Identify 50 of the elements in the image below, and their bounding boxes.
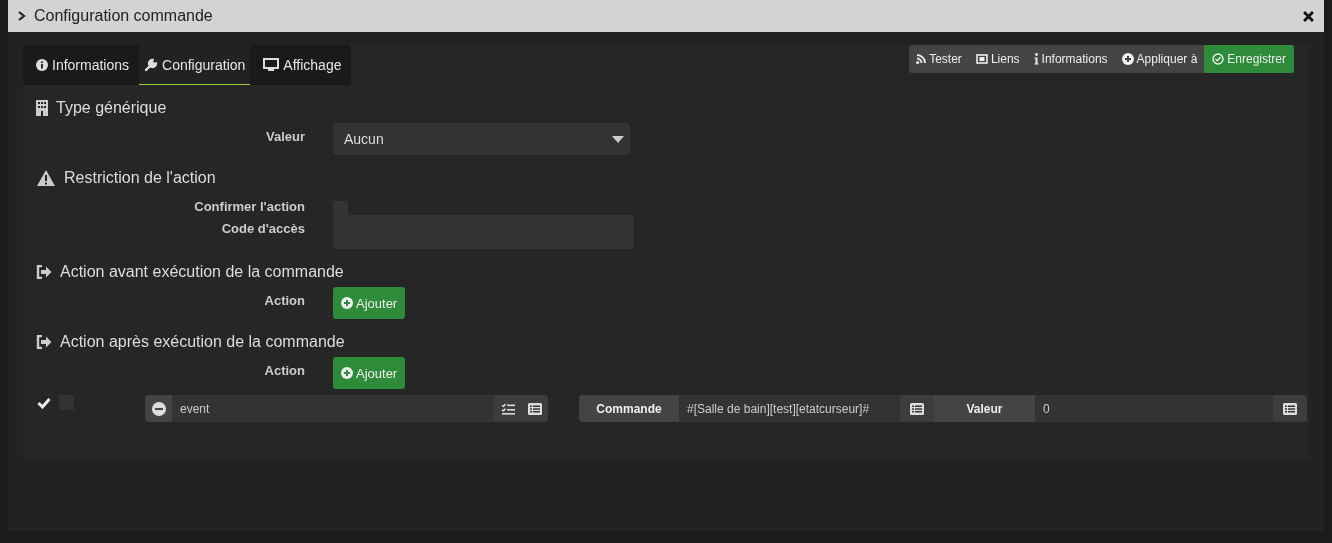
caret-icon [612, 135, 624, 143]
toolbar-button[interactable]: Liens [968, 45, 1027, 73]
field-label: Code d'accès [220, 220, 306, 236]
command-field[interactable]: #[Salle de bain][test][etatcurseur]# [679, 395, 900, 422]
list-icon[interactable] [1273, 395, 1307, 422]
check-circle-icon [1212, 53, 1225, 65]
sign-out-icon [36, 335, 52, 349]
toolbar-button[interactable]: Tester [909, 45, 969, 73]
field-label: Valeur [264, 128, 306, 144]
list-icon[interactable] [521, 395, 548, 422]
tab[interactable]: Affichage [250, 45, 352, 85]
remove-button[interactable] [145, 395, 172, 422]
plus-circle-icon [1121, 53, 1134, 65]
info-icon [1033, 53, 1039, 65]
field-label: Confirmer l'action [193, 198, 306, 214]
monitor-icon [263, 57, 280, 72]
section-heading: Type générique [56, 99, 167, 117]
minus-circle-icon [151, 401, 166, 416]
list-icon[interactable] [900, 395, 934, 422]
section-heading: Action après exécution de la commande [60, 333, 345, 351]
wrench-icon [144, 57, 159, 72]
chevron-icon [18, 11, 26, 21]
command-label: Commande [579, 395, 679, 422]
value-field[interactable]: 0 [1035, 395, 1273, 422]
enable-checkbox[interactable] [36, 395, 51, 410]
section-heading: Action avant exécution de la commande [60, 263, 344, 281]
section-heading: Restriction de l'action [64, 169, 216, 187]
toolbar-button[interactable]: Enregistrer [1204, 45, 1294, 73]
info-icon [36, 58, 48, 71]
check-icon [36, 396, 51, 409]
sign-out-icon [36, 265, 52, 279]
plus-circle-icon [341, 367, 353, 379]
tab[interactable]: Configuration [139, 45, 251, 85]
frame-icon [975, 54, 988, 64]
value-dropdown[interactable]: Aucun [333, 123, 630, 155]
dialog-title: Configuration commande [34, 7, 214, 25]
field-label: Action [263, 362, 306, 378]
tab[interactable]: Informations [23, 45, 140, 85]
rss-icon [916, 54, 927, 64]
add-button[interactable]: Ajouter [333, 287, 406, 319]
plus-circle-icon [341, 297, 353, 309]
building-icon [36, 100, 48, 116]
close-icon[interactable] [1303, 10, 1314, 22]
checklist-icon[interactable] [494, 395, 521, 422]
add-button[interactable]: Ajouter [333, 357, 406, 389]
warning-icon [36, 169, 56, 187]
toolbar-button[interactable]: Informations [1026, 45, 1115, 73]
value-label: Valeur [934, 395, 1035, 422]
toolbar-button[interactable]: Appliquer à [1114, 45, 1205, 73]
field-label: Action [263, 292, 306, 308]
